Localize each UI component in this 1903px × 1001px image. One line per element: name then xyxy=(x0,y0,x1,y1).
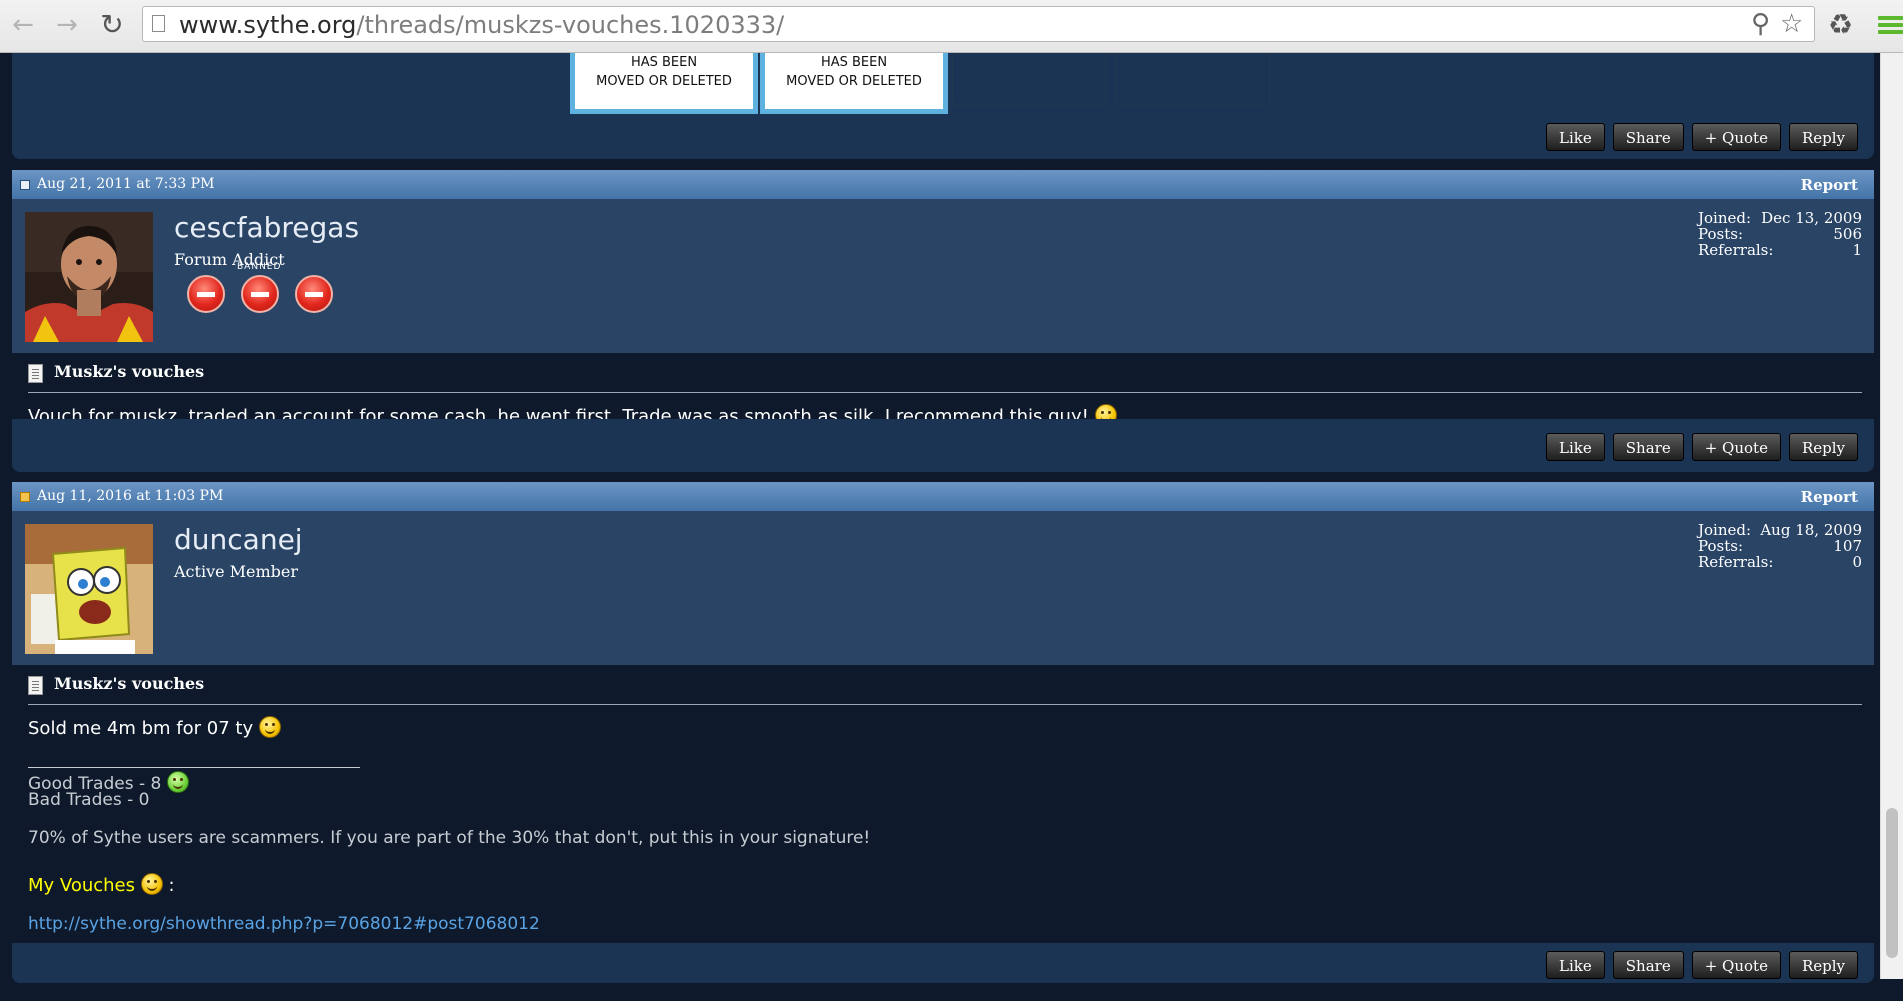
banned-icon xyxy=(295,275,333,313)
reply-button[interactable]: Reply xyxy=(1788,123,1858,151)
referrals-label: Referrals: xyxy=(1698,241,1774,259)
signature-scammer-note: 70% of Sythe users are scammers. If you … xyxy=(28,828,871,848)
post-actions: Like Share + Quote Reply xyxy=(1546,123,1858,151)
smile-icon xyxy=(258,716,281,738)
message-text: Sold me 4m bm for 07 ty xyxy=(28,718,254,739)
quote-button[interactable]: + Quote xyxy=(1691,123,1781,151)
hamburger-menu-icon[interactable] xyxy=(1878,16,1903,36)
referrals-value: 0 xyxy=(1852,553,1862,571)
report-link[interactable]: Report xyxy=(1801,176,1858,194)
moved-image-placeholder: HAS BEEN MOVED OR DELETED xyxy=(760,53,948,114)
banned-icon xyxy=(241,275,279,313)
joined-value: Aug 18, 2009 xyxy=(1760,521,1862,539)
faded-image xyxy=(952,53,1106,106)
signature-divider xyxy=(28,767,360,768)
referrals-value: 1 xyxy=(1852,241,1862,259)
post-header: Aug 21, 2011 at 7:33 PM Report xyxy=(12,170,1874,199)
document-icon xyxy=(28,676,43,695)
moved-line1: HAS BEEN xyxy=(630,55,698,70)
post-body: Muskz's vouches Vouch for muskz, traded … xyxy=(20,354,1870,427)
scrollbar-thumb[interactable] xyxy=(1886,808,1898,958)
signature-bad-trades: Bad Trades - 0 xyxy=(28,790,150,810)
puzzle-icon[interactable]: ♻ xyxy=(1828,10,1853,40)
url-path: /threads/muskzs-vouches.1020333/ xyxy=(356,11,785,39)
avatar[interactable] xyxy=(25,212,153,342)
page-scrollbar[interactable] xyxy=(1880,53,1903,979)
posts-value: 107 xyxy=(1833,537,1862,555)
moved-line1: HAS BEEN xyxy=(820,55,888,70)
banned-icon xyxy=(187,275,225,313)
reply-button[interactable]: Reply xyxy=(1788,433,1858,461)
posts-value: 506 xyxy=(1833,225,1862,243)
joined-label: Joined: xyxy=(1698,209,1752,227)
user-stats: Joined: Dec 13, 2009 Posts: 506 Referrals:… xyxy=(1698,210,1862,258)
report-link[interactable]: Report xyxy=(1801,488,1858,506)
avatar[interactable] xyxy=(25,524,153,654)
like-button[interactable]: Like xyxy=(1546,433,1605,461)
share-button[interactable]: Share xyxy=(1612,951,1684,979)
page-content: HAS BEEN MOVED OR DELETED HAS BEEN MOVED… xyxy=(0,53,1880,1001)
user-title: Active Member xyxy=(174,562,299,581)
back-icon[interactable]: ← xyxy=(8,10,38,40)
quote-button[interactable]: + Quote xyxy=(1691,951,1781,979)
post-header: Aug 11, 2016 at 11:03 PM Report xyxy=(12,482,1874,511)
post-userinfo: cescfabregas Forum Addict BANNED Joined:… xyxy=(12,199,1874,353)
vouches-link[interactable]: http://sythe.org/showthread.php?p=706801… xyxy=(28,914,540,934)
post-actions: Like Share + Quote Reply xyxy=(1546,951,1858,979)
posts-label: Posts: xyxy=(1698,537,1743,555)
forward-icon[interactable]: → xyxy=(52,10,82,40)
banned-label: BANNED xyxy=(237,262,282,272)
address-bar[interactable]: www.sythe.org/threads/muskzs-vouches.102… xyxy=(142,6,1815,42)
post-date[interactable]: Aug 11, 2016 at 11:03 PM xyxy=(37,488,223,504)
vouches-suffix: : xyxy=(162,875,175,896)
post-title: Muskz's vouches xyxy=(54,674,205,693)
star-icon[interactable]: ☆ xyxy=(1780,9,1803,39)
divider xyxy=(28,704,1862,705)
url-host: www.sythe.org xyxy=(179,11,357,39)
joined-label: Joined: xyxy=(1698,521,1752,539)
browser-toolbar: ← → ↻ www.sythe.org/threads/muskzs-vouch… xyxy=(0,0,1903,53)
post-title: Muskz's vouches xyxy=(54,362,205,381)
post-status-icon xyxy=(20,180,30,190)
my-vouches-label: My Vouches xyxy=(28,875,135,896)
posts-label: Posts: xyxy=(1698,225,1743,243)
joined-value: Dec 13, 2009 xyxy=(1761,209,1862,227)
post-footer: Like Share + Quote Reply xyxy=(12,943,1874,983)
username[interactable]: cescfabregas xyxy=(174,211,359,244)
magnifier-icon[interactable]: ⚲ xyxy=(1751,9,1770,39)
post-message: Sold me 4m bm for 07 ty xyxy=(28,716,281,739)
faded-image xyxy=(1116,53,1270,106)
previous-post: HAS BEEN MOVED OR DELETED HAS BEEN MOVED… xyxy=(12,53,1874,159)
post-actions: Like Share + Quote Reply xyxy=(1546,433,1858,461)
share-button[interactable]: Share xyxy=(1612,123,1684,151)
reply-button[interactable]: Reply xyxy=(1788,951,1858,979)
moved-image-placeholder: HAS BEEN MOVED OR DELETED xyxy=(570,53,758,114)
reload-icon[interactable]: ↻ xyxy=(97,10,127,40)
grin-icon xyxy=(166,771,189,793)
smile-icon xyxy=(140,873,163,895)
like-button[interactable]: Like xyxy=(1546,123,1605,151)
user-stats: Joined: Aug 18, 2009 Posts: 107 Referrals:… xyxy=(1698,522,1862,570)
page-icon xyxy=(152,15,165,32)
divider xyxy=(28,392,1862,393)
post-footer: Like Share + Quote Reply xyxy=(12,419,1874,472)
post-date[interactable]: Aug 21, 2011 at 7:33 PM xyxy=(37,176,214,192)
moved-line2: MOVED OR DELETED xyxy=(786,74,922,89)
document-icon xyxy=(28,364,43,383)
moved-line2: MOVED OR DELETED xyxy=(596,74,732,89)
post-userinfo: duncanej Active Member Joined: Aug 18, 20… xyxy=(12,511,1874,665)
post-new-icon xyxy=(20,492,30,502)
referrals-label: Referrals: xyxy=(1698,553,1774,571)
share-button[interactable]: Share xyxy=(1612,433,1684,461)
url-text[interactable]: www.sythe.org/threads/muskzs-vouches.102… xyxy=(179,10,784,40)
quote-button[interactable]: + Quote xyxy=(1691,433,1781,461)
like-button[interactable]: Like xyxy=(1546,951,1605,979)
signature-vouches: My Vouches : xyxy=(28,873,175,896)
username[interactable]: duncanej xyxy=(174,523,303,556)
